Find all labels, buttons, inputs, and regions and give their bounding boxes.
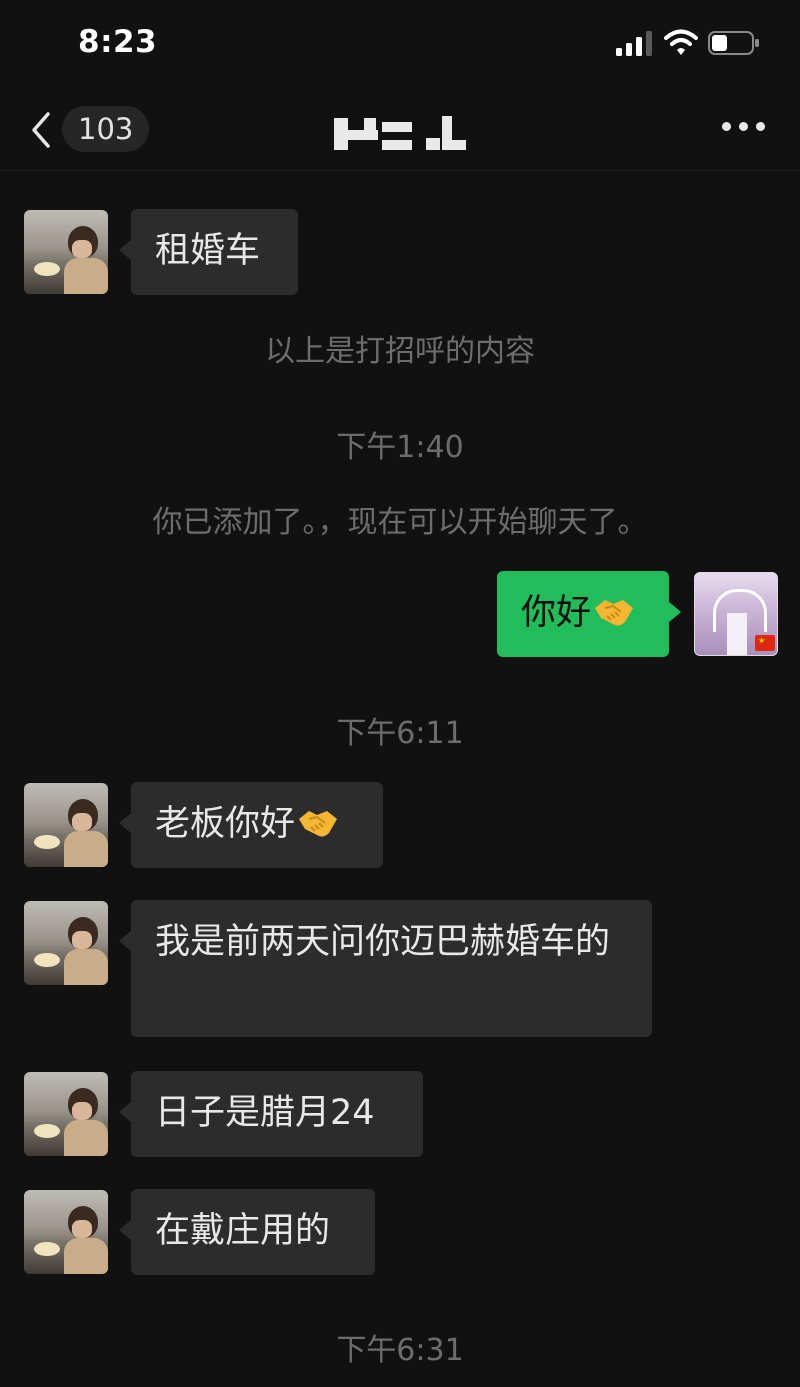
- contact-avatar[interactable]: [24, 1072, 108, 1156]
- cellular-signal-icon: [616, 31, 652, 56]
- wifi-icon: [664, 29, 698, 55]
- chat-header: 103: [0, 90, 800, 171]
- timestamp: 下午6:31: [336, 1333, 464, 1368]
- handshake-emoji-icon: [299, 811, 338, 837]
- status-bar: 8:23: [0, 0, 800, 90]
- message-text: 我是前两天问你迈巴赫婚车的: [155, 922, 611, 962]
- message-bubble[interactable]: 日子是腊月24: [119, 1071, 423, 1157]
- back-chevron-icon[interactable]: [28, 110, 54, 150]
- message-text: 日子是腊月24: [155, 1093, 375, 1133]
- contact-name-redacted: [334, 116, 466, 150]
- battery-icon: [708, 31, 759, 55]
- contact-avatar[interactable]: [24, 210, 108, 294]
- status-time: 8:23: [78, 24, 158, 60]
- message-text: 租婚车: [155, 231, 261, 271]
- contact-avatar[interactable]: [24, 901, 108, 985]
- more-icon[interactable]: [720, 116, 768, 138]
- my-avatar[interactable]: ★: [694, 572, 778, 656]
- greeting-note: 以上是打招呼的内容: [265, 334, 535, 369]
- message-text: 老板你好: [155, 804, 296, 844]
- handshake-emoji-icon: [595, 600, 634, 626]
- message-bubble[interactable]: 租婚车: [119, 209, 298, 295]
- message-text: 你好: [521, 593, 592, 633]
- contact-avatar[interactable]: [24, 783, 108, 867]
- my-message-bubble[interactable]: 你好: [497, 571, 681, 657]
- message-text: 在戴庄用的: [155, 1211, 331, 1251]
- unread-count-badge[interactable]: 103: [62, 106, 150, 152]
- message-bubble[interactable]: 老板你好: [119, 782, 383, 868]
- timestamp: 下午6:11: [336, 716, 464, 751]
- message-bubble[interactable]: 我是前两天问你迈巴赫婚车的: [119, 900, 652, 1037]
- message-bubble[interactable]: 在戴庄用的: [119, 1189, 375, 1275]
- contact-avatar[interactable]: [24, 1190, 108, 1274]
- friend-added-note: 你已添加了。，现在可以开始聊天了。: [152, 505, 648, 540]
- timestamp: 下午1:40: [336, 430, 464, 465]
